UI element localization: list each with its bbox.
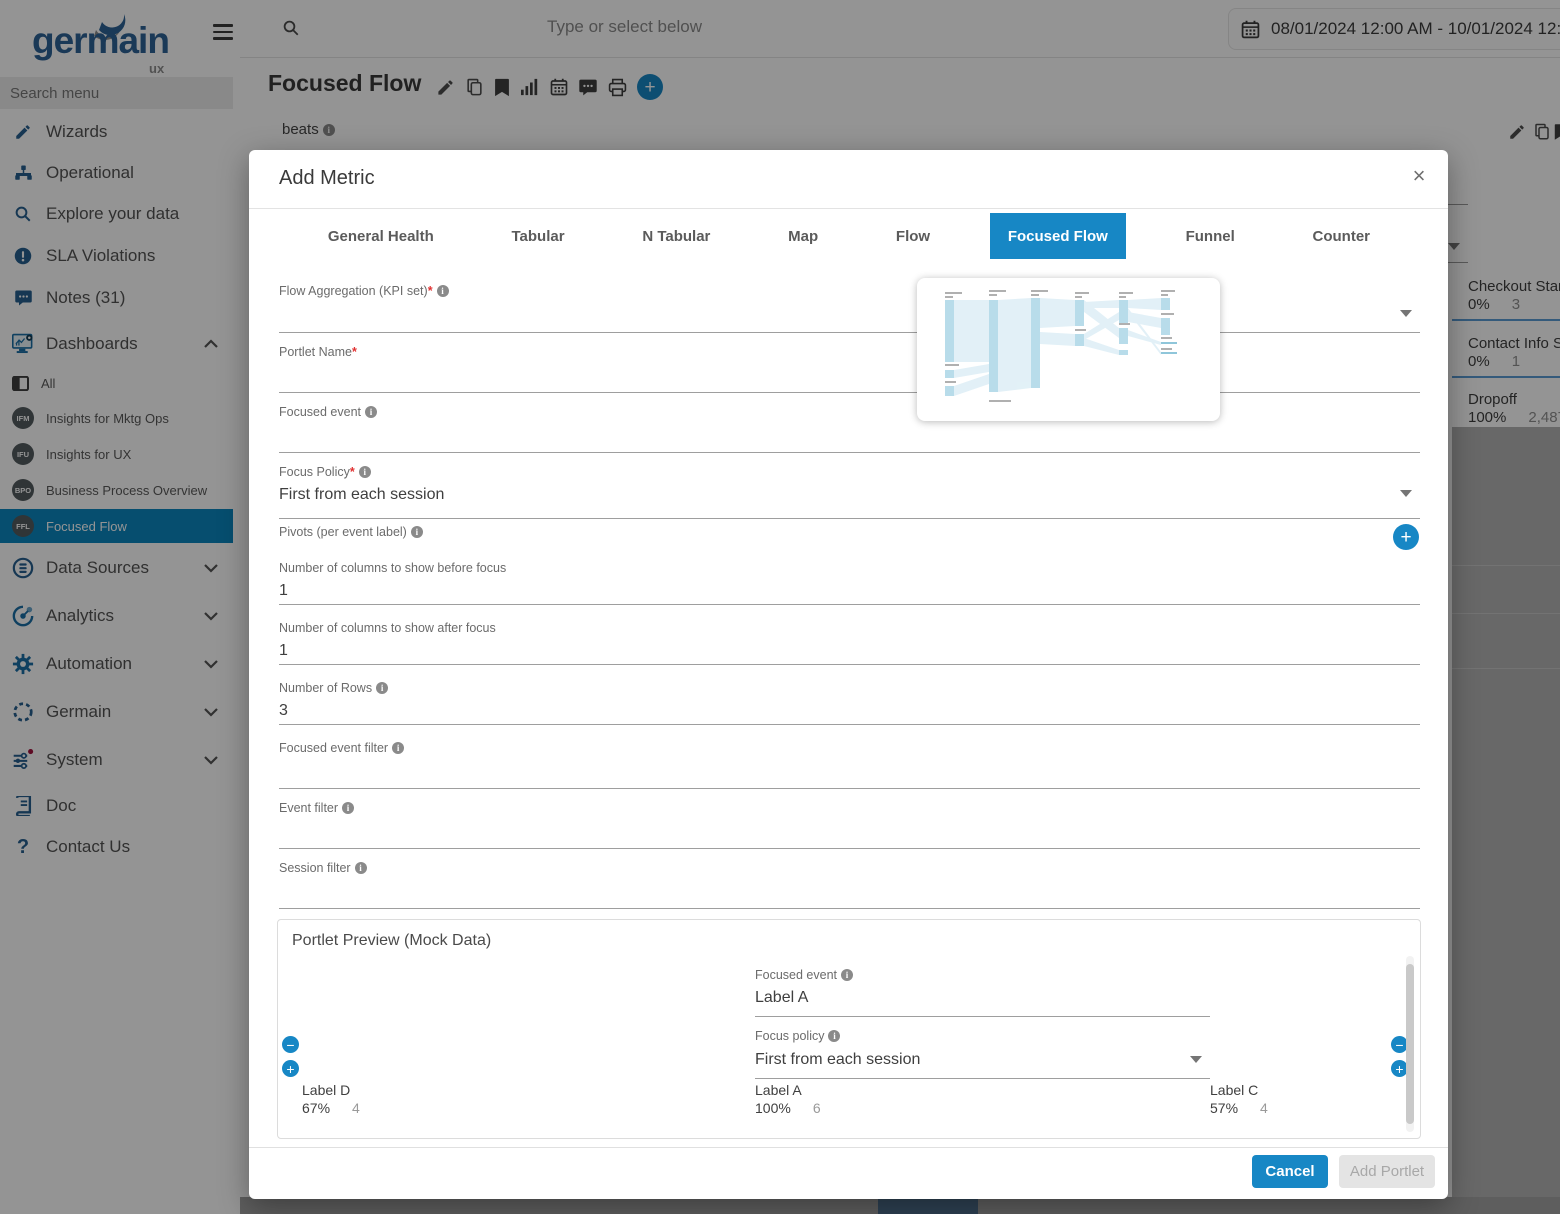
tab-map[interactable]: Map <box>770 213 836 259</box>
preview-node-label: Label C <box>1210 1082 1258 1098</box>
tab-tabular[interactable]: Tabular <box>494 213 583 259</box>
divider <box>755 1078 1210 1079</box>
scrollbar-thumb[interactable] <box>1406 964 1414 1124</box>
field-label-pivots: Pivots (per event label)i <box>279 525 423 539</box>
focused-flow-preview-thumbnail <box>917 278 1220 421</box>
divider <box>249 208 1448 209</box>
preview-focused-event-label: Focused eventi <box>755 968 853 982</box>
add-metric-modal: Add Metric × General Health Tabular N Ta… <box>249 150 1448 1199</box>
portlet-preview-panel: Portlet Preview (Mock Data) − + − + Focu… <box>277 919 1421 1139</box>
divider <box>755 1016 1210 1017</box>
divider <box>279 664 1420 665</box>
cancel-button[interactable]: Cancel <box>1252 1155 1328 1188</box>
metric-type-tabs: General Health Tabular N Tabular Map Flo… <box>289 213 1409 259</box>
cols-before-input[interactable]: 1 <box>279 582 288 600</box>
divider <box>279 518 1420 519</box>
zoom-in-button[interactable]: + <box>282 1060 299 1077</box>
info-icon[interactable]: i <box>392 742 404 754</box>
focus-policy-select[interactable]: First from each session <box>279 486 444 504</box>
session-filter-input[interactable] <box>279 908 1420 909</box>
app-screen: germain ux Wizards Operational Explore y… <box>0 0 1560 1214</box>
divider <box>279 604 1420 605</box>
divider <box>249 1147 1448 1148</box>
event-filter-input[interactable] <box>279 848 1420 849</box>
preview-focus-policy-label: Focus policyi <box>755 1029 840 1043</box>
zoom-out-button[interactable]: − <box>282 1036 299 1053</box>
field-label-focused-event-filter: Focused event filteri <box>279 741 404 755</box>
tab-focused-flow[interactable]: Focused Flow <box>990 213 1126 259</box>
focused-event-filter-input[interactable] <box>279 788 1420 789</box>
info-icon[interactable]: i <box>355 862 367 874</box>
tab-counter[interactable]: Counter <box>1295 213 1389 259</box>
portlet-name-input[interactable] <box>279 392 1420 393</box>
info-icon[interactable]: i <box>376 682 388 694</box>
field-label-event-filter: Event filteri <box>279 801 354 815</box>
info-icon[interactable]: i <box>411 526 423 538</box>
divider <box>279 724 1420 725</box>
info-icon[interactable]: i <box>365 406 377 418</box>
focused-event-input[interactable] <box>279 452 1420 453</box>
field-label-cols-after: Number of columns to show after focus <box>279 621 496 635</box>
field-label-flow-aggregation: Flow Aggregation (KPI set)*i <box>279 284 449 298</box>
add-pivot-button[interactable]: + <box>1393 524 1419 550</box>
preview-title: Portlet Preview (Mock Data) <box>292 932 491 950</box>
dropdown-caret-icon[interactable] <box>1400 490 1412 497</box>
tab-n-tabular[interactable]: N Tabular <box>624 213 728 259</box>
info-icon[interactable]: i <box>841 969 853 981</box>
info-icon[interactable]: i <box>437 285 449 297</box>
preview-node-label: Label D <box>302 1082 350 1098</box>
field-label-num-rows: Number of Rowsi <box>279 681 388 695</box>
preview-scrollbar[interactable] <box>1406 956 1414 1132</box>
dropdown-caret-icon[interactable] <box>1190 1056 1202 1063</box>
tab-funnel[interactable]: Funnel <box>1168 213 1253 259</box>
info-icon[interactable]: i <box>359 466 371 478</box>
preview-focused-event-input[interactable]: Label A <box>755 989 808 1007</box>
field-label-session-filter: Session filteri <box>279 861 367 875</box>
dropdown-caret-icon[interactable] <box>1400 310 1412 317</box>
field-label-focused-event: Focused eventi <box>279 405 377 419</box>
tab-general-health[interactable]: General Health <box>310 213 452 259</box>
field-label-focus-policy: Focus Policy*i <box>279 465 371 479</box>
preview-node-stats: 67%4 <box>302 1100 360 1116</box>
add-portlet-button[interactable]: Add Portlet <box>1339 1155 1435 1188</box>
field-label-cols-before: Number of columns to show before focus <box>279 561 506 575</box>
preview-node-stats: 57%4 <box>1210 1100 1268 1116</box>
field-label-portlet-name: Portlet Name* <box>279 345 357 359</box>
flow-aggregation-input[interactable] <box>279 332 1420 333</box>
preview-node-label: Label A <box>755 1082 802 1098</box>
modal-title: Add Metric <box>279 167 375 190</box>
info-icon[interactable]: i <box>342 802 354 814</box>
preview-focus-policy-select[interactable]: First from each session <box>755 1051 920 1069</box>
tab-flow[interactable]: Flow <box>878 213 948 259</box>
preview-node-stats: 100%6 <box>755 1100 821 1116</box>
info-icon[interactable]: i <box>828 1030 840 1042</box>
num-rows-input[interactable]: 3 <box>279 702 288 720</box>
close-icon[interactable]: × <box>1405 162 1433 190</box>
cols-after-input[interactable]: 1 <box>279 642 288 660</box>
